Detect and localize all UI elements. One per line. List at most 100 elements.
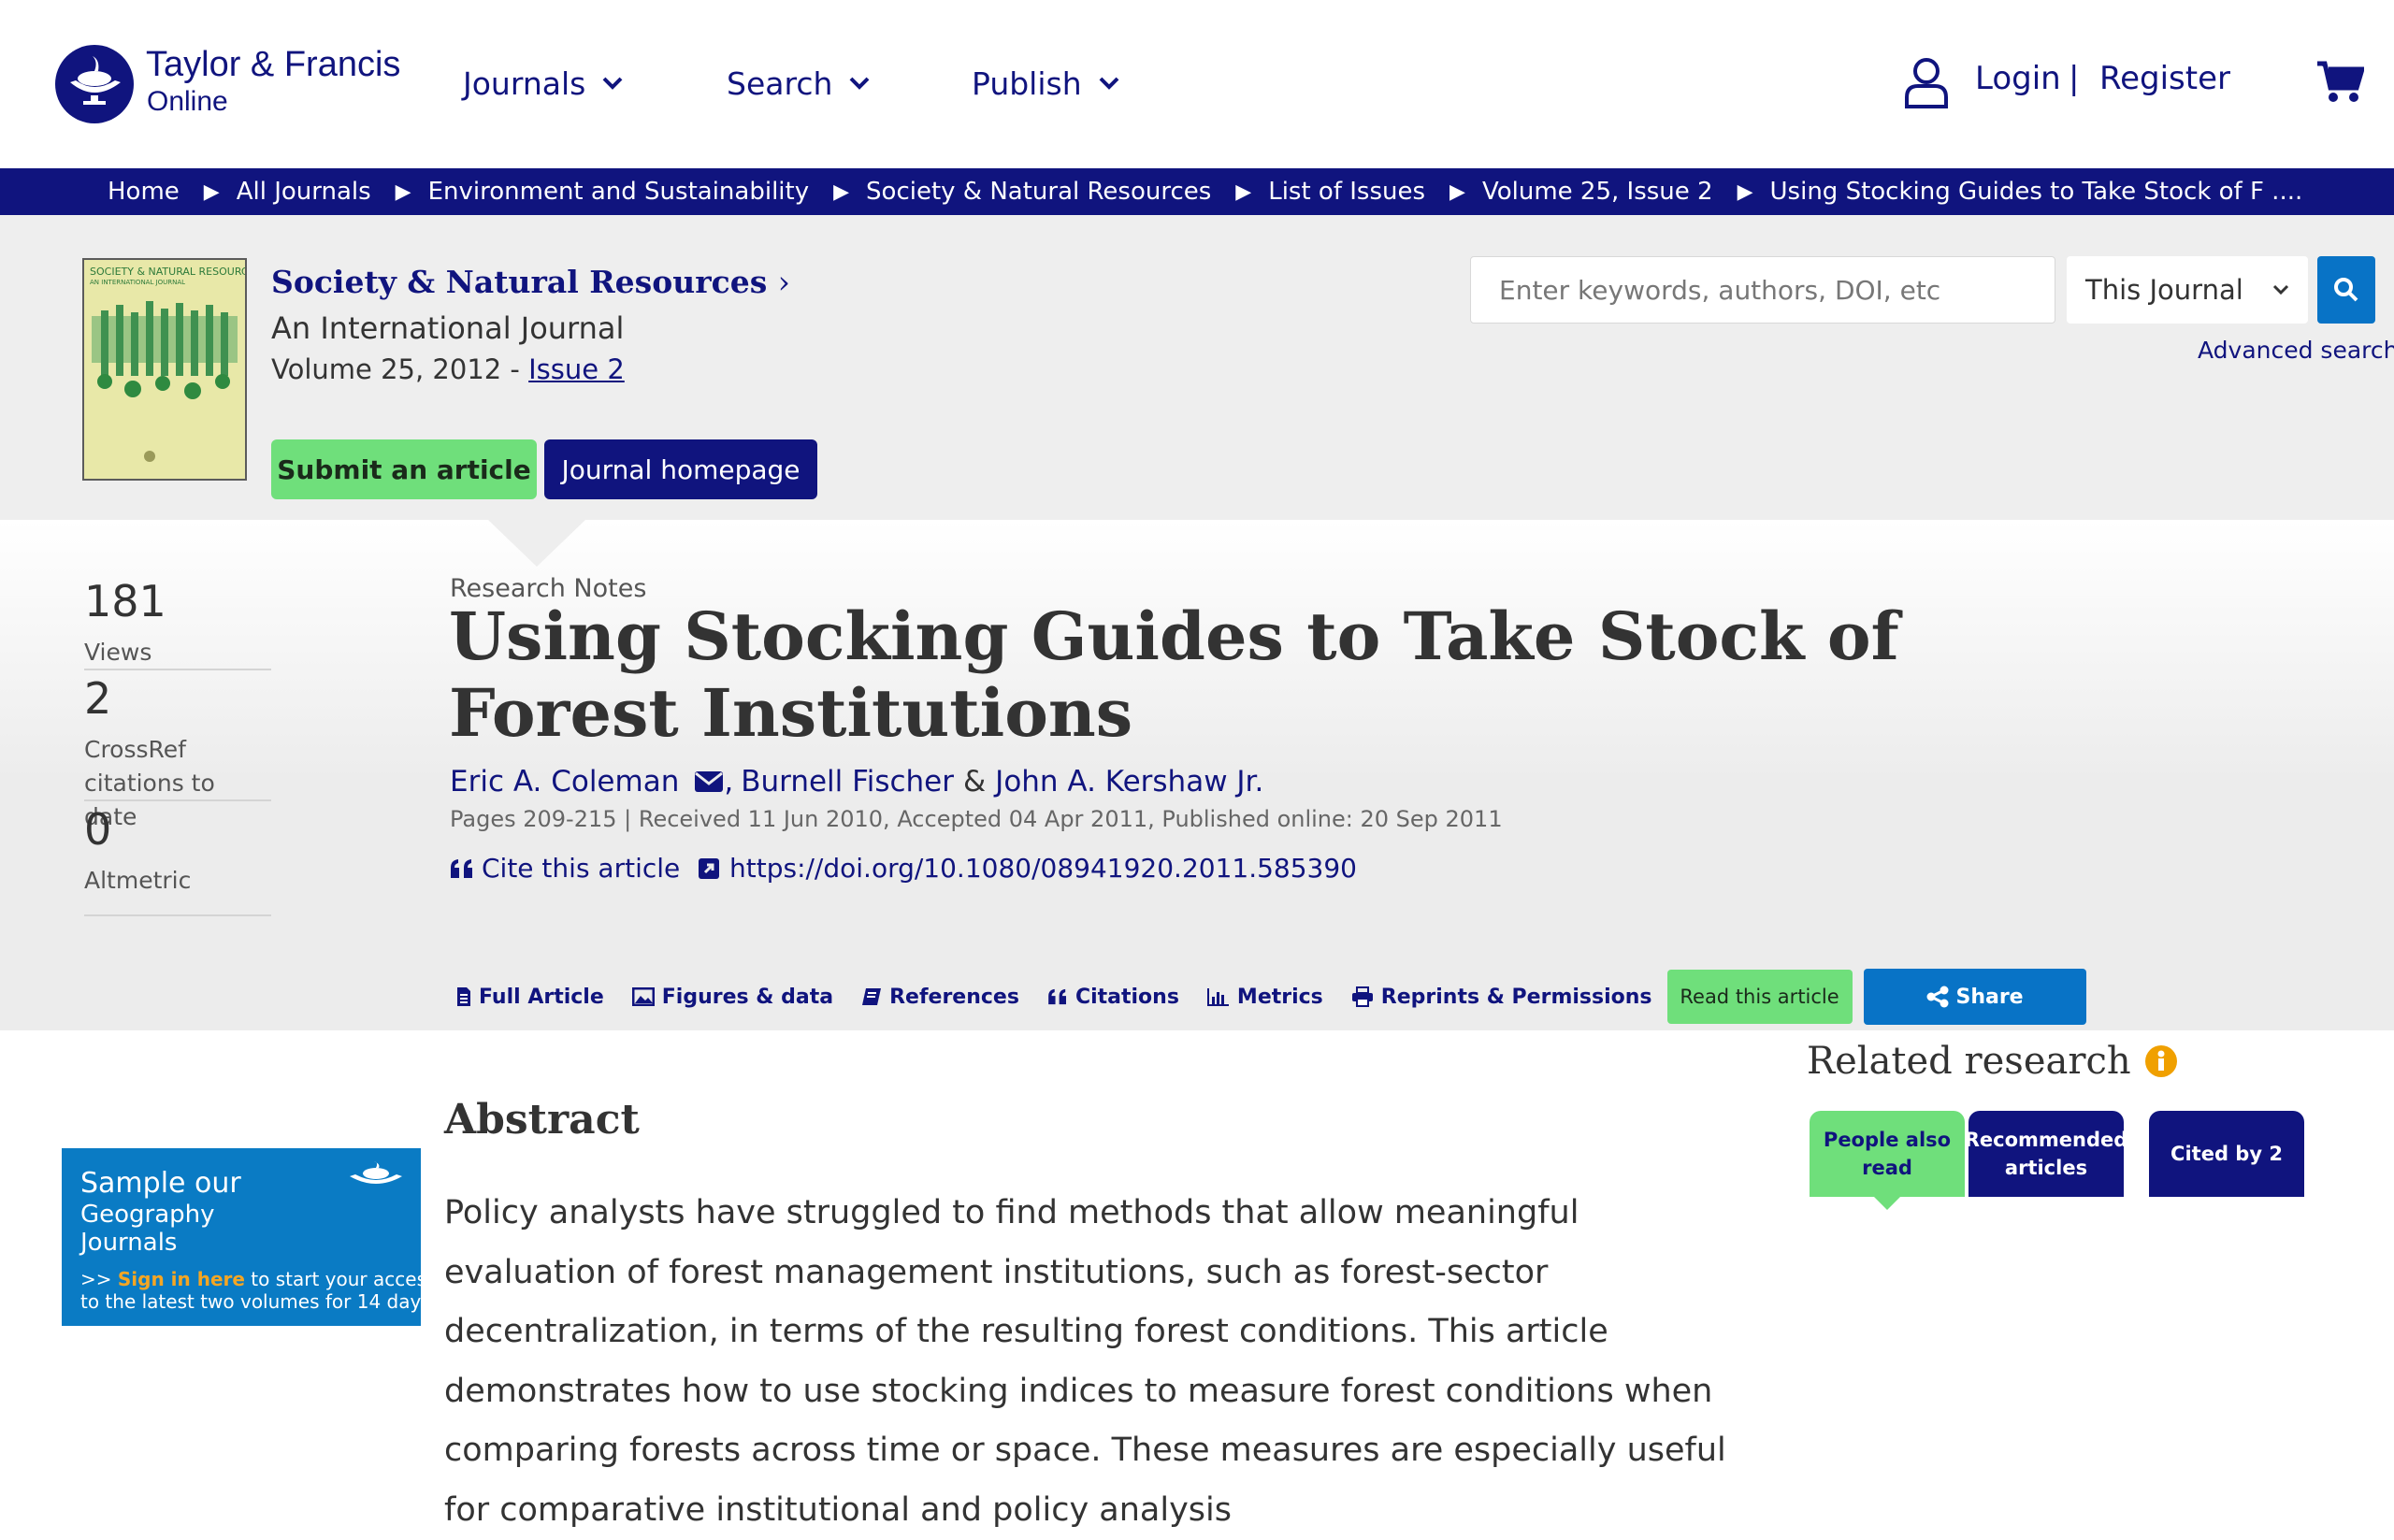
info-icon[interactable] — [2144, 1044, 2178, 1078]
tab-label: References — [889, 985, 1019, 1009]
related-research-heading: Related research — [1807, 1040, 2178, 1083]
issue-link[interactable]: Issue 2 — [528, 353, 625, 385]
nav-publish[interactable]: Publish — [972, 60, 1119, 107]
breadcrumb-subject[interactable]: Environment and Sustainability — [428, 178, 810, 206]
journal-cover-image[interactable]: SOCIETY & NATURAL RESOURCES AN INTERNATI… — [82, 258, 247, 481]
tab-full-article[interactable]: Full Article — [456, 986, 604, 1009]
login-link[interactable]: Login — [1975, 60, 2061, 97]
active-tab-pointer — [1874, 1197, 1900, 1210]
share-button[interactable]: Share — [1863, 969, 2086, 1025]
author-link[interactable]: Burnell Fischer — [741, 765, 954, 799]
book-icon — [862, 988, 882, 1005]
article-title: Using Stocking Guides to Take Stock of F… — [449, 597, 1899, 752]
journal-homepage-button[interactable]: Journal homepage — [544, 439, 817, 499]
quote-icon — [451, 858, 472, 878]
search-button[interactable] — [2317, 256, 2375, 324]
bar-chart-icon — [1206, 988, 1229, 1006]
nav-search[interactable]: Search — [727, 60, 870, 107]
doi-text: https://doi.org/10.1080/08941920.2011.58… — [729, 853, 1357, 884]
nav-search-label: Search — [727, 65, 833, 102]
breadcrumb-arrow-icon: ▶ — [833, 180, 850, 204]
nav-publish-label: Publish — [972, 65, 1082, 102]
tab-metrics[interactable]: Metrics — [1206, 985, 1323, 1009]
tab-reprints-permissions[interactable]: Reprints & Permissions — [1351, 986, 1652, 1009]
chevron-down-icon — [602, 77, 623, 90]
metric-crossref-value: 2 — [84, 673, 112, 724]
author-separator: & — [962, 765, 987, 799]
logo-subtext[interactable]: Online — [147, 86, 228, 118]
envelope-icon[interactable] — [694, 770, 724, 793]
tab-label: Figures & data — [661, 985, 834, 1009]
breadcrumb-arrow-icon: ▶ — [203, 180, 220, 204]
chevron-down-icon — [2272, 284, 2289, 295]
cover-forest-illustration — [92, 301, 238, 462]
breadcrumb-issues[interactable]: List of Issues — [1268, 178, 1425, 206]
journal-subtitle: An International Journal — [271, 310, 625, 346]
journal-volume-line: Volume 25, 2012 - Issue 2 — [271, 353, 625, 385]
doi-link[interactable]: https://doi.org/10.1080/08941920.2011.58… — [698, 853, 1357, 884]
printer-icon — [1351, 986, 1373, 1007]
image-icon — [631, 987, 655, 1006]
cite-article-label: Cite this article — [482, 853, 681, 884]
geography-journals-ad[interactable]: Sample our Geography Journals >> Sign in… — [62, 1148, 421, 1326]
logo-text[interactable]: Taylor & Francis — [146, 45, 400, 85]
author-link[interactable]: Eric A. Coleman — [450, 765, 679, 799]
metric-divider — [84, 669, 271, 670]
metric-views-value: 181 — [84, 576, 166, 626]
journal-title-link[interactable]: Society & Natural Resources › — [271, 264, 790, 300]
breadcrumb-arrow-icon: ▶ — [1737, 180, 1753, 204]
cite-article-link[interactable]: Cite this article — [450, 853, 680, 884]
abstract-heading: Abstract — [444, 1096, 640, 1144]
metric-divider — [84, 799, 271, 801]
nav-journals[interactable]: Journals — [463, 60, 623, 107]
chevron-down-icon — [1099, 77, 1119, 90]
chevron-down-icon — [849, 77, 870, 90]
tab-label: Citations — [1074, 985, 1179, 1009]
search-input[interactable] — [1470, 256, 2055, 324]
ad-signin-line: >> Sign in here to start your access — [80, 1268, 421, 1290]
quote-icon — [1048, 988, 1066, 1005]
share-label: Share — [1955, 985, 2024, 1009]
tab-label: Metrics — [1236, 985, 1323, 1009]
journal-title-text: Society & Natural Resources — [271, 264, 768, 300]
user-icon[interactable] — [1903, 56, 1950, 108]
metric-altmetric-value: 0 — [84, 804, 112, 855]
tab-figures-data[interactable]: Figures & data — [631, 985, 834, 1009]
breadcrumb-journal[interactable]: Society & Natural Resources — [866, 178, 1211, 206]
read-article-button[interactable]: Read this article — [1666, 970, 1853, 1024]
breadcrumb-current: Using Stocking Guides to Take Stock of F… — [1769, 178, 2303, 206]
logo-lamp-icon[interactable] — [55, 45, 134, 123]
share-icon — [1926, 986, 1949, 1008]
search-scope-value: This Journal — [2085, 274, 2243, 306]
tab-cited-by[interactable]: Cited by 2 — [2149, 1111, 2304, 1197]
metric-crossref-label: CrossRef citations to date — [84, 736, 215, 830]
breadcrumb-home[interactable]: Home — [108, 178, 180, 206]
chevron-right-icon: › — [777, 264, 790, 300]
ad-signin-link[interactable]: Sign in here — [118, 1268, 245, 1290]
nav-journals-label: Journals — [463, 65, 586, 102]
ad-detail: to the latest two volumes for 14 days — [80, 1290, 421, 1313]
ad-headline: Sample our — [80, 1167, 241, 1200]
author-link[interactable]: John A. Kershaw Jr. — [995, 765, 1263, 799]
external-link-icon — [699, 857, 719, 879]
ad-suffix: to start your access — [244, 1268, 421, 1290]
breadcrumb: Home ▶ All Journals ▶ Environment and Su… — [0, 168, 2394, 215]
register-link[interactable]: Register — [2099, 60, 2230, 97]
submit-article-button[interactable]: Submit an article — [271, 439, 537, 499]
logo-lamp-icon — [350, 1161, 402, 1184]
tab-references[interactable]: References — [861, 986, 1019, 1009]
tab-recommended-articles[interactable]: Recommended articles — [1965, 1111, 2127, 1197]
advanced-search-link[interactable]: Advanced search — [2198, 337, 2394, 364]
tab-label: Full Article — [479, 985, 604, 1009]
search-scope-select[interactable]: This Journal — [2067, 256, 2308, 324]
author-separator: , — [724, 765, 734, 799]
breadcrumb-arrow-icon: ▶ — [1449, 180, 1465, 204]
author-list: Eric A. Coleman , Burnell Fischer & John… — [450, 765, 1263, 799]
breadcrumb-volume[interactable]: Volume 25, Issue 2 — [1482, 178, 1713, 206]
search-icon — [2334, 278, 2358, 302]
cart-icon[interactable] — [2317, 60, 2364, 105]
breadcrumb-all-journals[interactable]: All Journals — [237, 178, 371, 206]
tab-citations[interactable]: Citations — [1047, 986, 1179, 1009]
tab-people-also-read[interactable]: People also read — [1810, 1111, 1965, 1197]
ad-headline: Journals — [80, 1229, 178, 1257]
